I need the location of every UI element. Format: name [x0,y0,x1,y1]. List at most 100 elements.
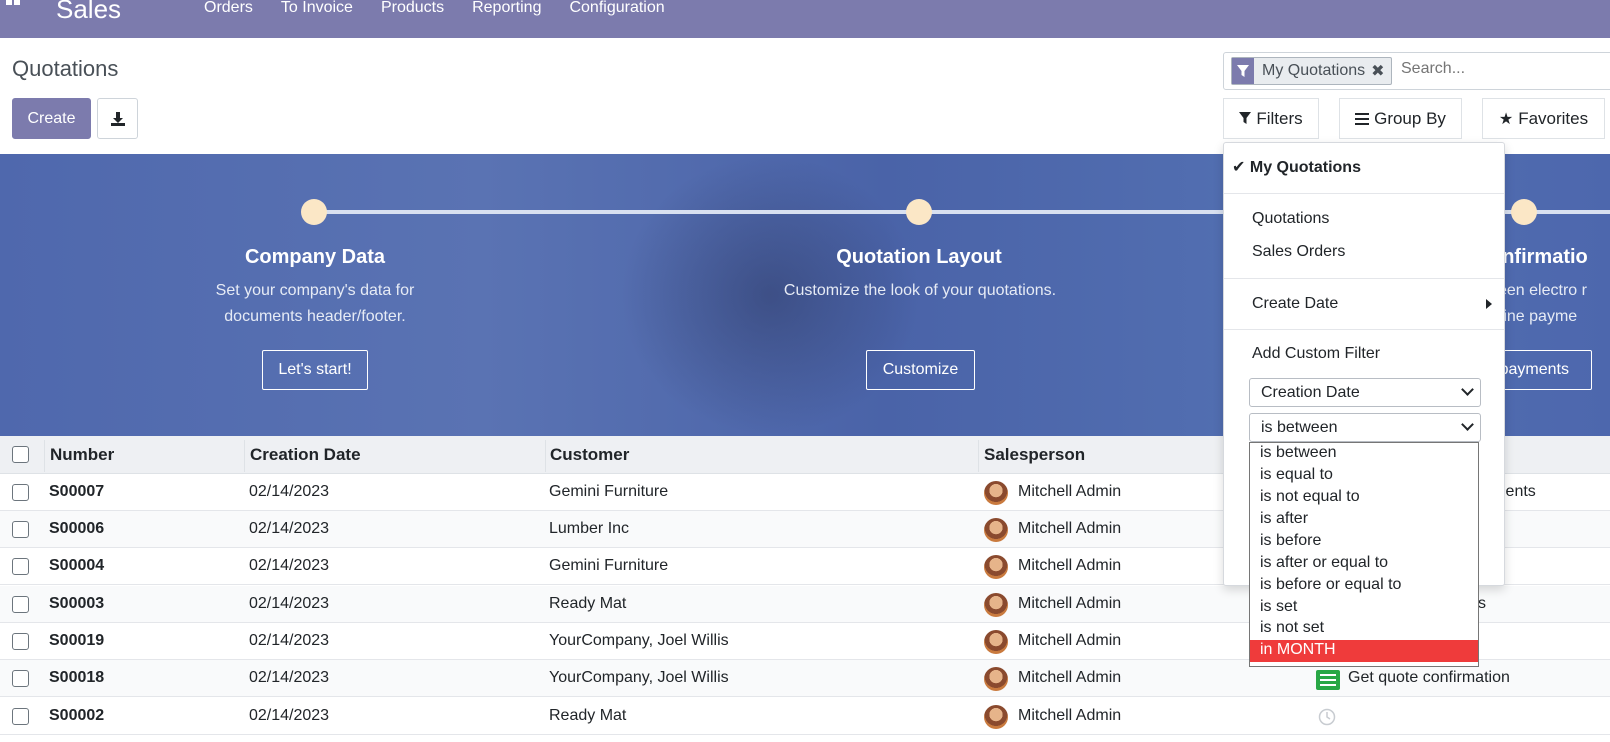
operator-option[interactable]: is before or equal to [1250,575,1478,597]
operator-option[interactable]: is not set [1250,618,1478,640]
cell-creation-date: 02/14/2023 [249,632,330,649]
custom-filter-field-select[interactable]: Creation Date [1249,378,1481,407]
filters-label: Filters [1256,108,1303,128]
step-desc: Set your company's data for documents he… [215,282,415,325]
filter-my-quotations[interactable]: ✔ My Quotations [1232,157,1361,177]
cell-customer: Ready Mat [549,595,627,612]
apps-grid-icon[interactable] [6,0,20,12]
clock-icon[interactable] [1318,708,1336,726]
cell-creation-date: 02/14/2023 [249,595,330,612]
operator-option[interactable]: is not equal to [1250,487,1478,509]
facet-remove-icon[interactable]: ✖ [1371,61,1390,81]
row-checkbox[interactable] [12,633,29,650]
step-title: Quotation Layout [836,246,1002,268]
cell-customer: Lumber Inc [549,520,630,537]
row-checkbox[interactable] [12,596,29,613]
cell-creation-date: 02/14/2023 [249,669,330,686]
caret-right-icon [1486,299,1492,309]
cell-customer: YourCompany, Joel Willis [549,669,729,686]
row-checkbox[interactable] [12,484,29,501]
menu-configuration[interactable]: Configuration [569,0,664,17]
menu-reporting[interactable]: Reporting [472,0,541,17]
filter-quotations[interactable]: Quotations [1252,210,1329,228]
cell-number: S00003 [49,595,105,612]
group-by-button[interactable]: Group By [1339,98,1462,139]
cell-salesperson: Mitchell Admin [1018,632,1122,649]
column-number[interactable]: Number [50,445,114,465]
avatar [984,705,1008,729]
cell-salesperson: Mitchell Admin [1018,595,1122,612]
step-dot [906,199,932,225]
download-button[interactable] [97,98,138,139]
filter-sales-orders[interactable]: Sales Orders [1252,243,1345,261]
cell-customer: YourCompany, Joel Willis [549,632,729,649]
cell-customer: Gemini Furniture [549,483,669,500]
operator-options-list: is between is equal to is not equal to is a… [1249,442,1479,667]
filters-button[interactable]: Filters [1223,98,1319,139]
lets-start-button[interactable]: Let's start! [262,350,368,390]
cell-salesperson: Mitchell Admin [1018,483,1122,500]
column-creation-date[interactable]: Creation Date [250,445,361,465]
operator-option[interactable]: is before [1250,531,1478,553]
customize-button[interactable]: Customize [866,350,975,390]
cell-salesperson: Mitchell Admin [1018,520,1122,537]
avatar [984,555,1008,579]
select-all-checkbox[interactable] [12,446,29,463]
operator-option[interactable]: is after or equal to [1250,553,1478,575]
row-checkbox[interactable] [12,670,29,687]
row-checkbox[interactable] [12,558,29,575]
cell-creation-date: 02/14/2023 [249,520,330,537]
favorites-label: Favorites [1518,108,1589,128]
search-input[interactable] [1401,60,1601,78]
group-by-label: Group By [1374,108,1446,128]
app-name: Sales [56,0,122,24]
operator-option[interactable]: is set [1250,597,1478,619]
cell-number: S00006 [49,520,105,537]
avatar [984,481,1008,505]
operator-option[interactable]: in MONTH [1250,640,1478,662]
cell-salesperson: Mitchell Admin [1018,669,1122,686]
cell-creation-date: 02/14/2023 [249,483,330,500]
avatar [984,593,1008,617]
menu-products[interactable]: Products [381,0,444,17]
step-title: Company Data [244,246,386,268]
filter-icon [1232,58,1254,84]
page-title: Quotations [12,56,119,81]
facet-label: My Quotations [1262,62,1366,79]
add-custom-filter[interactable]: Add Custom Filter [1252,345,1380,363]
menu-orders[interactable]: Orders [204,0,253,17]
operator-option[interactable]: is equal to [1250,465,1478,487]
cell-salesperson: Mitchell Admin [1018,557,1122,574]
avatar [984,518,1008,542]
bars-icon [1355,112,1370,125]
star-icon: ★ [1498,110,1514,128]
filter-create-date[interactable]: Create Date [1252,295,1338,313]
cell-creation-date: 02/14/2023 [249,557,330,574]
step-dot [1511,199,1537,225]
row-checkbox[interactable] [12,521,29,538]
menu-to-invoice[interactable]: To Invoice [281,0,353,17]
operator-option[interactable]: is between [1250,443,1478,465]
activity-list-icon[interactable] [1316,670,1340,690]
cell-number: S00004 [49,557,105,574]
step-dot [301,199,327,225]
cell-activity: s [1478,595,1486,612]
search-bar: My Quotations ✖ [1223,52,1610,90]
favorites-button[interactable]: ★ Favorites [1482,98,1605,139]
create-button[interactable]: Create [12,98,91,139]
operator-option[interactable]: is after [1250,509,1478,531]
main-menu: Orders To Invoice Products Reporting Con… [204,0,693,17]
custom-filter-operator-select[interactable]: is between [1249,413,1481,442]
cell-number: S00018 [49,669,105,686]
row-checkbox[interactable] [12,708,29,725]
cell-customer: Gemini Furniture [549,557,669,574]
column-salesperson[interactable]: Salesperson [984,445,1085,465]
cell-number: S00007 [49,483,105,500]
avatar [984,667,1008,691]
cell-salesperson: Mitchell Admin [1018,707,1122,724]
cell-number: S00002 [49,707,105,724]
cell-activity: Get quote confirmation [1348,669,1510,686]
filter-icon [1239,112,1252,124]
table-row[interactable]: S00002 02/14/2023 Ready Mat Mitchell Admin [0,698,1610,735]
column-customer[interactable]: Customer [550,445,629,465]
